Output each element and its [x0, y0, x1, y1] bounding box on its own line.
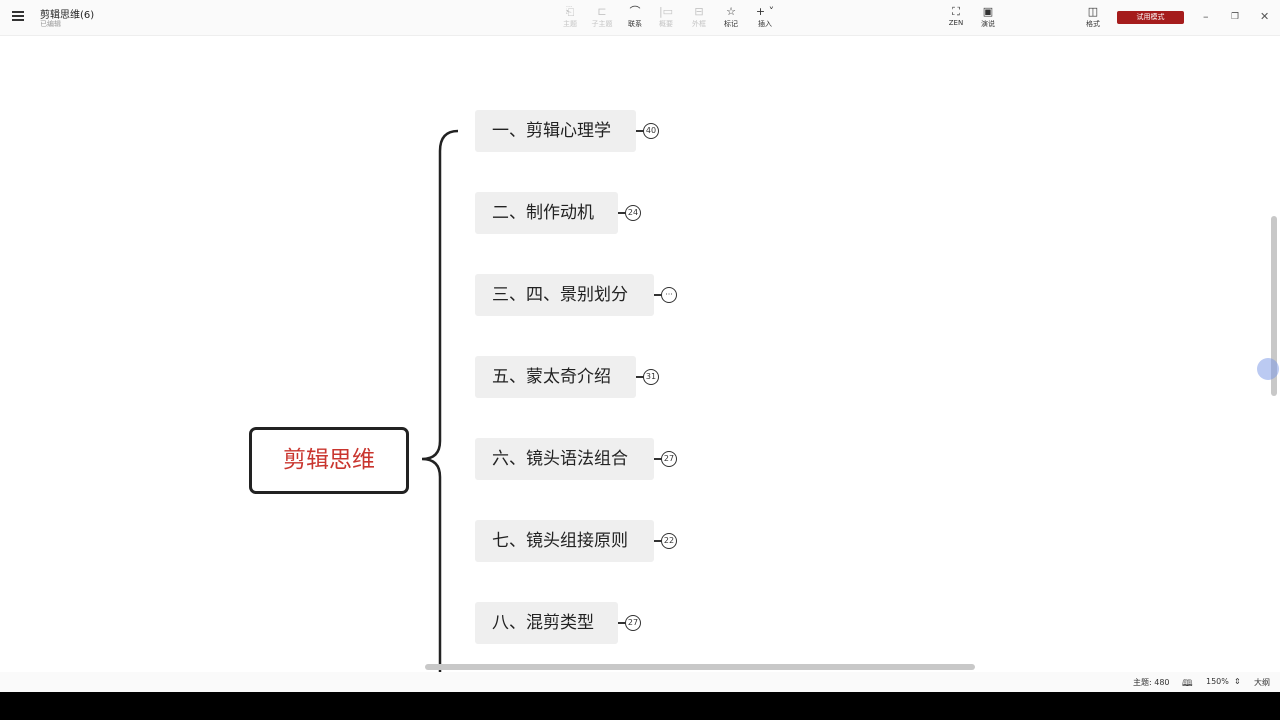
panel-icon: ◫ [1087, 5, 1099, 18]
relationship-icon: ⌒ [629, 5, 641, 18]
horizontal-scrollbar[interactable] [425, 664, 975, 670]
collapsed-count-badge[interactable]: 27 [661, 451, 677, 467]
topic-node[interactable]: 八、混剪类型 [475, 602, 618, 644]
minimize-icon[interactable]: – [1203, 10, 1209, 23]
collapsed-count-badge[interactable]: ··· [661, 287, 677, 303]
restore-icon[interactable]: ❐ [1231, 12, 1239, 22]
save-status: 已编辑 [40, 20, 61, 28]
top-toolbar: 剪辑思维(6) 已编辑 ⎗ 主题 ⊏ 子主题 ⌒ 联系 |▭ 概要 ⊟ 外框 ☆ 标记 + … [0, 0, 1280, 36]
topic-node[interactable]: 三、四、景别划分 [475, 274, 654, 316]
close-icon[interactable]: ✕ [1260, 10, 1269, 23]
trial-mode-button[interactable]: 试用模式 [1117, 11, 1184, 24]
menu-icon[interactable] [12, 11, 24, 21]
status-bar: 主题: 480 🕮 150% ⇕ 大纲 [0, 672, 1280, 692]
subtopic-button[interactable]: ⊏ 子主题 [587, 5, 617, 29]
marker-button[interactable]: ☆ 标记 [716, 5, 746, 29]
star-icon: ☆ [726, 5, 736, 18]
topic-node[interactable]: 六、镜头语法组合 [475, 438, 654, 480]
present-button[interactable]: ▣ 演说 [973, 5, 1003, 29]
boundary-button[interactable]: ⊟ 外框 [684, 5, 714, 29]
topic-count: 主题: 480 [1133, 678, 1170, 687]
label: 概要 [659, 20, 673, 28]
format-button[interactable]: ◫ 格式 [1078, 5, 1108, 29]
label: 外框 [692, 20, 706, 28]
collapsed-count-badge[interactable]: 22 [661, 533, 677, 549]
root-topic[interactable]: 剪辑思维 [249, 427, 409, 494]
label: 标记 [724, 20, 738, 28]
outline-button[interactable]: 大纲 [1254, 677, 1270, 688]
play-icon: ▣ [982, 5, 994, 18]
collapsed-count-badge[interactable]: 24 [625, 205, 641, 221]
boundary-icon: ⊟ [694, 5, 704, 18]
collapsed-count-badge[interactable]: 27 [625, 615, 641, 631]
mouse-cursor [1257, 358, 1279, 380]
label: 插入 [758, 20, 772, 28]
book-icon[interactable]: 🕮 [1182, 676, 1193, 692]
zen-button[interactable]: ⛶ ZEN [941, 5, 971, 27]
fullscreen-icon: ⛶ [952, 5, 960, 18]
summary-button[interactable]: |▭ 概要 [651, 5, 681, 29]
topic-node[interactable]: 七、镜头组接原则 [475, 520, 654, 562]
label: 格式 [1086, 20, 1100, 28]
summary-icon: |▭ [658, 5, 674, 18]
subtopic-icon: ⊏ [597, 5, 607, 18]
topic-icon: ⎗ [565, 5, 575, 18]
label: 联系 [628, 20, 642, 28]
topic-node[interactable]: 二、制作动机 [475, 192, 618, 234]
zoom-level[interactable]: 150% [1206, 677, 1229, 686]
mindmap-canvas[interactable]: 剪辑思维 一、剪辑心理学 40 二、制作动机 24 三、四、景别划分 ··· 五、蒙太奇介绍… [0, 36, 1280, 672]
relationship-button[interactable]: ⌒ 联系 [620, 5, 650, 29]
topic-node[interactable]: 一、剪辑心理学 [475, 110, 636, 152]
collapsed-count-badge[interactable]: 40 [643, 123, 659, 139]
plus-icon: + ˅ [755, 5, 775, 18]
topic-button[interactable]: ⎗ 主题 [555, 5, 585, 29]
app-window: 剪辑思维(6) 已编辑 ⎗ 主题 ⊏ 子主题 ⌒ 联系 |▭ 概要 ⊟ 外框 ☆ 标记 + … [0, 0, 1280, 692]
collapsed-count-badge[interactable]: 31 [643, 369, 659, 385]
label: 主题 [563, 20, 577, 28]
insert-button[interactable]: + ˅ 插入 [750, 5, 780, 29]
zoom-stepper-icon[interactable]: ⇕ [1234, 677, 1241, 686]
label: ZEN [948, 19, 964, 27]
topic-node[interactable]: 五、蒙太奇介绍 [475, 356, 636, 398]
label: 演说 [981, 20, 995, 28]
label: 子主题 [591, 20, 613, 28]
